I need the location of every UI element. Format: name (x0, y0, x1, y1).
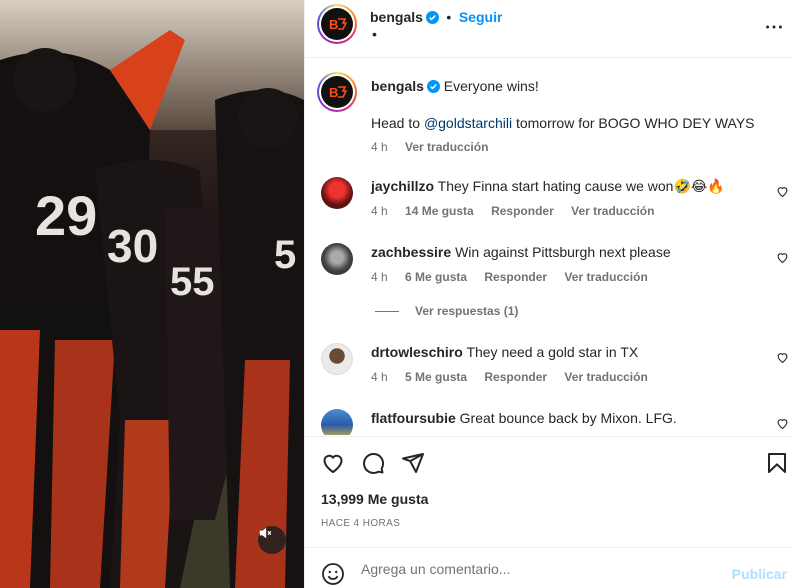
caption-line2-suffix: tomorrow for BOGO WHO DEY WAYS (512, 115, 755, 131)
caption-line2-prefix: Head to (371, 115, 424, 131)
publish-button[interactable]: Publicar (732, 566, 787, 582)
translate-link[interactable]: Ver traducción (564, 270, 647, 284)
comment-item: jaychillzo They Finna start hating cause… (305, 177, 792, 227)
reply-link[interactable]: Responder (484, 270, 547, 284)
bookmark-icon[interactable] (765, 451, 789, 475)
verified-badge-icon (426, 80, 440, 93)
comment-time: 4 h (371, 270, 388, 284)
comment-icon[interactable] (361, 451, 385, 475)
comment-username[interactable]: jaychillzo (371, 178, 434, 194)
heart-icon[interactable] (776, 417, 789, 430)
author-username[interactable]: bengals (370, 9, 423, 25)
commenter-avatar[interactable] (321, 409, 353, 435)
caption-time: 4 h (371, 140, 388, 154)
smiley-icon[interactable] (321, 562, 345, 586)
svg-text:B: B (329, 85, 338, 99)
caption-translate-link[interactable]: Ver traducción (405, 140, 488, 154)
jersey-number-30: 30 (107, 220, 158, 272)
caption-line2: Head to @goldstarchili tomorrow for BOGO… (371, 114, 755, 132)
commenter-avatar[interactable] (321, 177, 353, 209)
comment-item: flatfoursubie Great bounce back by Mixon… (305, 409, 792, 435)
heart-icon[interactable] (776, 351, 789, 364)
post-actions: 13,999 Me gusta HACE 4 HORAS (305, 436, 792, 546)
header-subline: • (372, 26, 377, 42)
commenter-avatar[interactable] (321, 343, 353, 375)
svg-text:B: B (329, 17, 338, 31)
add-comment-bar: Publicar (305, 547, 792, 588)
post-video[interactable]: 29 30 55 5 (0, 0, 304, 588)
verified-badge-icon (425, 11, 439, 24)
comment-meta: 4 h 5 Me gusta Responder Ver traducción (371, 370, 662, 384)
comment-likes-link[interactable]: 5 Me gusta (405, 370, 467, 384)
bengals-logo-icon: B (321, 8, 353, 40)
commenter-avatar[interactable] (321, 243, 353, 275)
jersey-number-5: 5 (274, 233, 296, 277)
comment-time: 4 h (371, 204, 388, 218)
comment-text: Win against Pittsburgh next please (455, 244, 671, 260)
comments-list[interactable]: B bengals Everyone wins! Head to @goldst… (305, 59, 792, 435)
share-icon[interactable] (401, 451, 425, 475)
replies-divider (375, 311, 399, 312)
comment-item: zachbessire Win against Pittsburgh next … (305, 243, 792, 323)
caption-avatar[interactable]: B (317, 72, 357, 112)
likes-count[interactable]: 13,999 Me gusta (321, 491, 428, 507)
comment-likes-link[interactable]: 6 Me gusta (405, 270, 467, 284)
post-details-panel: B bengals • Seguir • B bengals Everyone … (304, 0, 792, 588)
comment-text: Great bounce back by Mixon. LFG. (459, 410, 677, 426)
comment-likes-link[interactable]: 14 Me gusta (405, 204, 474, 218)
caption-meta: 4 h Ver traducción (371, 140, 502, 154)
separator-dot: • (442, 9, 456, 25)
mute-button[interactable] (258, 526, 286, 554)
view-replies-link[interactable]: Ver respuestas (1) (415, 304, 532, 318)
speaker-muted-icon (259, 527, 272, 539)
comment-username[interactable]: zachbessire (371, 244, 451, 260)
view-replies-label: Ver respuestas (1) (415, 304, 519, 318)
post-header: B bengals • Seguir • (305, 0, 792, 58)
comment-text: They Finna start hating cause we won🤣😂🔥 (437, 178, 725, 194)
author-avatar[interactable]: B (317, 4, 357, 44)
comment-username[interactable]: flatfoursubie (371, 410, 456, 426)
comment-input[interactable] (361, 557, 721, 581)
jersey-number-55: 55 (170, 260, 215, 304)
translate-link[interactable]: Ver traducción (571, 204, 654, 218)
ellipsis-icon[interactable] (763, 16, 785, 38)
follow-button[interactable]: Seguir (459, 9, 503, 25)
video-frame: 29 30 55 5 (0, 0, 304, 588)
mention-link[interactable]: @goldstarchili (424, 115, 512, 131)
comment-meta: 4 h 6 Me gusta Responder Ver traducción (371, 270, 662, 284)
comment-time: 4 h (371, 370, 388, 384)
post-caption: B bengals Everyone wins! Head to @goldst… (305, 72, 792, 162)
comment-item: drtowleschiro They need a gold star in T… (305, 343, 792, 393)
caption-username[interactable]: bengals (371, 78, 424, 94)
comment-meta: 4 h 14 Me gusta Responder Ver traducción (371, 204, 668, 218)
heart-icon[interactable] (776, 251, 789, 264)
reply-link[interactable]: Responder (484, 370, 547, 384)
heart-icon[interactable] (776, 185, 789, 198)
jersey-number-29: 29 (35, 184, 97, 247)
bengals-logo-icon: B (321, 76, 353, 108)
comment-username[interactable]: drtowleschiro (371, 344, 463, 360)
reply-link[interactable]: Responder (491, 204, 554, 218)
heart-icon[interactable] (321, 451, 345, 475)
caption-text: Everyone wins! (443, 78, 539, 94)
translate-link[interactable]: Ver traducción (564, 370, 647, 384)
comment-text: They need a gold star in TX (466, 344, 639, 360)
post-time-ago[interactable]: HACE 4 HORAS (321, 518, 400, 529)
